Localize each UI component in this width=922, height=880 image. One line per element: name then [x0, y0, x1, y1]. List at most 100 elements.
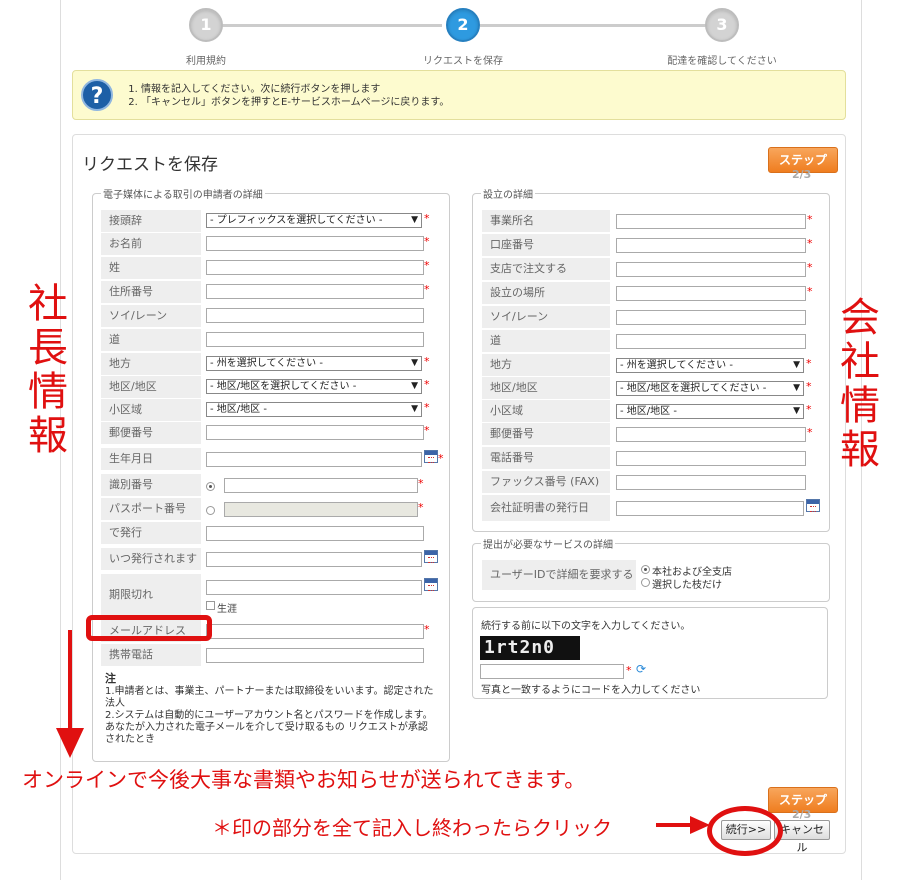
company-subdistrict-select[interactable]: - 地区/地区 - ▼	[616, 404, 804, 419]
account-input[interactable]	[616, 238, 806, 253]
required-star: *	[626, 664, 632, 677]
company-district-label: 地区/地区	[482, 377, 610, 399]
radio-all-branches[interactable]	[641, 565, 650, 574]
calendar-icon[interactable]	[424, 550, 438, 563]
issued-at-input[interactable]	[206, 526, 424, 541]
note-line-1: 1.申請者とは、事業主、パートナーまたは取締役をいいます。認定された法人	[105, 686, 434, 709]
step-3: 3 配達を確認してください	[652, 8, 792, 67]
company-soi-input[interactable]	[616, 310, 806, 325]
required-star: *	[424, 623, 430, 636]
note-section: 注 1.申請者とは、事業主、パートナーまたは取締役をいいます。認定された法人 2…	[105, 673, 435, 746]
district-select[interactable]: - 地区/地区を選択してください - ▼	[206, 379, 422, 394]
required-star: *	[424, 355, 430, 368]
id-input[interactable]	[224, 478, 418, 493]
address-no-input[interactable]	[206, 284, 424, 299]
postal-input[interactable]	[206, 425, 424, 440]
page-title: リクエストを保存	[82, 155, 218, 175]
required-star: *	[807, 237, 813, 250]
company-road-label: 道	[482, 330, 610, 352]
expiry-input[interactable]	[206, 580, 422, 595]
phone-label: 電話番号	[482, 447, 610, 469]
company-province-select[interactable]: - 州を選択してください - ▼	[616, 358, 804, 373]
mobile-input[interactable]	[206, 648, 424, 663]
prefix-select[interactable]: - プレフィックスを選択してください - ▼	[206, 213, 422, 228]
required-star: *	[806, 357, 812, 370]
question-icon: ?	[81, 79, 113, 111]
required-star: *	[806, 403, 812, 416]
captcha-hint: 写真と一致するようにコードを入力してください	[481, 685, 701, 696]
annotation-right-vertical: 会社情報	[840, 295, 880, 473]
expiry-label: 期限切れ	[101, 574, 201, 616]
company-subdistrict-select-value: - 地区/地区 -	[620, 406, 677, 417]
required-star: *	[424, 259, 430, 272]
step-2: 2 リクエストを保存	[393, 8, 533, 67]
prefix-select-value: - プレフィックスを選択してください -	[210, 215, 383, 226]
issued-when-input[interactable]	[206, 552, 422, 567]
soi-input[interactable]	[206, 308, 424, 323]
surname-input[interactable]	[206, 260, 424, 275]
office-input[interactable]	[616, 214, 806, 229]
required-star: *	[424, 401, 430, 414]
chevron-down-icon: ▼	[411, 404, 418, 414]
required-star: *	[418, 501, 424, 514]
prefix-label: 接頭辞	[101, 210, 201, 232]
company-postal-label: 郵便番号	[482, 423, 610, 445]
id-radio[interactable]	[206, 482, 215, 491]
calendar-icon[interactable]	[424, 450, 438, 463]
location-label: 設立の場所	[482, 282, 610, 304]
required-star: *	[424, 212, 430, 225]
step-3-label: 配達を確認してください	[667, 56, 777, 67]
refresh-icon[interactable]: ⟳	[636, 662, 646, 676]
company-district-select-value: - 地区/地区を選択してください -	[620, 383, 767, 394]
road-input[interactable]	[206, 332, 424, 347]
birth-label: 生年月日	[101, 448, 201, 470]
subdistrict-select[interactable]: - 地区/地区 - ▼	[206, 402, 422, 417]
fax-input[interactable]	[616, 475, 806, 490]
cert-date-input[interactable]	[616, 501, 804, 516]
required-star: *	[424, 235, 430, 248]
company-legend: 設立の詳細	[483, 190, 533, 201]
step-3-circle: 3	[705, 8, 739, 42]
required-star: *	[807, 261, 813, 274]
required-star: *	[807, 285, 813, 298]
name-label: お名前	[101, 233, 201, 255]
passport-radio[interactable]	[206, 506, 215, 515]
info-box: ? 情報を記入してください。次に続行ボタンを押します 「キャンセル」ボタンを押す…	[72, 70, 846, 120]
soi-label: ソイ/レーン	[101, 305, 201, 327]
subdistrict-label: 小区域	[101, 399, 201, 421]
captcha-input[interactable]	[480, 664, 624, 679]
calendar-icon[interactable]	[424, 578, 438, 591]
step-2-label: リクエストを保存	[423, 56, 503, 67]
required-star: *	[807, 213, 813, 226]
calendar-icon[interactable]	[806, 499, 820, 512]
birth-date-input[interactable]	[206, 452, 422, 467]
province-select[interactable]: - 州を選択してください - ▼	[206, 356, 422, 371]
cert-date-label: 会社証明書の発行日	[482, 495, 610, 521]
location-input[interactable]	[616, 286, 806, 301]
company-road-input[interactable]	[616, 334, 806, 349]
phone-input[interactable]	[616, 451, 806, 466]
company-district-select[interactable]: - 地区/地区を選択してください - ▼	[616, 381, 804, 396]
branch-label: 支店で注文する	[482, 258, 610, 280]
province-label: 地方	[101, 353, 201, 375]
note-title: 注	[105, 672, 116, 685]
annotation-email-note: オンラインで今後大事な書類やお知らせが送られてきます。	[22, 768, 586, 792]
fax-label: ファックス番号 (FAX)	[482, 471, 610, 493]
account-label: 口座番号	[482, 234, 610, 256]
required-star: *	[424, 424, 430, 437]
required-star: *	[806, 380, 812, 393]
radio-selected-branches[interactable]	[641, 578, 650, 587]
company-postal-input[interactable]	[616, 427, 806, 442]
progress-steps: 1 利用規約 2 リクエストを保存 3 配達を確認してください	[0, 0, 922, 70]
passport-label: パスポート番号	[101, 498, 201, 520]
captcha-prompt: 続行する前に以下の文字を入力してください。	[481, 621, 691, 632]
district-select-value: - 地区/地区を選択してください -	[210, 381, 357, 392]
email-input[interactable]	[206, 624, 424, 639]
arrow-down-icon	[56, 630, 84, 758]
company-soi-label: ソイ/レーン	[482, 306, 610, 328]
passport-input[interactable]	[224, 502, 418, 517]
name-input[interactable]	[206, 236, 424, 251]
branch-input[interactable]	[616, 262, 806, 277]
chevron-down-icon: ▼	[411, 215, 418, 225]
lifetime-checkbox[interactable]	[206, 601, 215, 610]
